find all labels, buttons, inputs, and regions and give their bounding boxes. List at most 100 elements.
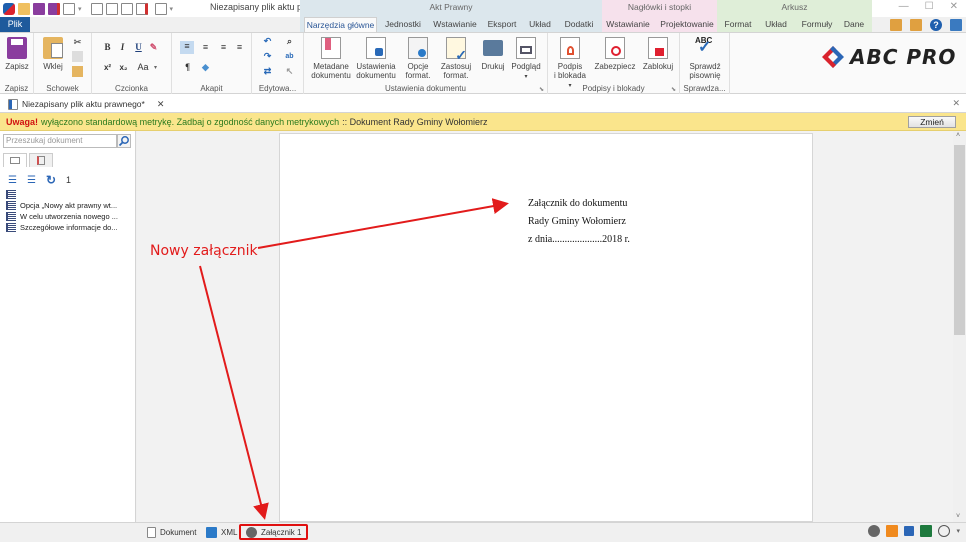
vertical-scrollbar[interactable]: ˄ ˅ xyxy=(953,131,966,522)
select-icon[interactable]: ↖ xyxy=(284,66,295,77)
export-icon[interactable] xyxy=(63,2,75,15)
tree-item[interactable]: W celu utworzenia nowego ... xyxy=(6,211,118,222)
underline-button[interactable]: U xyxy=(133,42,144,53)
tab-zalacznik-1[interactable]: Załącznik 1 xyxy=(239,524,309,540)
tab-dokument[interactable]: Dokument xyxy=(142,524,201,540)
document-tab[interactable]: Niezapisany plik aktu prawnego* ✕ xyxy=(4,96,168,112)
document-settings-button[interactable]: Ustawienia dokumentu xyxy=(354,37,398,80)
panel-tab-pages[interactable] xyxy=(29,153,53,167)
lock-button[interactable]: Zablokuj xyxy=(640,37,676,71)
save-button[interactable]: Zapisz xyxy=(4,37,30,71)
superscript-button[interactable]: x² xyxy=(102,62,113,73)
tab-projektowanie[interactable]: Projektowanie xyxy=(658,17,716,32)
dialog-launcher-icon[interactable]: ⬊ xyxy=(539,86,544,93)
tree-item[interactable] xyxy=(6,189,118,200)
metadata-button[interactable]: Metadane dokumentu xyxy=(310,37,352,80)
refresh-icon[interactable]: ↻ xyxy=(46,173,56,187)
tab-naglowki-wstawianie[interactable]: Wstawianie xyxy=(604,17,652,32)
excel-icon[interactable] xyxy=(920,525,933,537)
tab-wstawianie[interactable]: Wstawianie xyxy=(430,17,480,32)
save-as-icon[interactable] xyxy=(48,2,60,15)
account-icon[interactable] xyxy=(950,18,962,31)
tab-xml[interactable]: XML xyxy=(201,524,242,540)
odt-icon[interactable] xyxy=(886,525,899,537)
cut-icon[interactable]: ✂ xyxy=(72,37,83,48)
tab-file[interactable]: Plik xyxy=(0,17,30,32)
redo-icon[interactable]: ↷ xyxy=(262,51,273,62)
replace-icon[interactable]: ⇄ xyxy=(262,66,273,77)
maximize-icon[interactable]: ☐ xyxy=(925,1,934,12)
scroll-down-icon[interactable]: ˅ xyxy=(956,513,960,520)
document-menu-icon[interactable] xyxy=(154,2,167,15)
close-panel-icon[interactable]: ✕ xyxy=(952,98,960,109)
tree-item[interactable]: Szczegółowe informacje do... xyxy=(6,222,118,233)
document-preview-icon[interactable] xyxy=(90,2,103,15)
sign-lock-button[interactable]: Podpis i blokada ▾ xyxy=(552,37,588,91)
tree-item[interactable]: Opcja „Nowy akt prawny wt... xyxy=(6,200,118,211)
document-edit-icon[interactable] xyxy=(120,2,133,15)
align-left-icon[interactable]: ≡ xyxy=(180,41,194,54)
document-sign-icon[interactable] xyxy=(135,2,148,15)
save-icon[interactable] xyxy=(33,2,45,15)
change-button[interactable]: Zmień xyxy=(908,116,956,128)
tab-jednostki[interactable]: Jednostki xyxy=(380,17,426,32)
apply-format-button[interactable]: ✓ Zastosuj format. xyxy=(438,37,474,80)
open-folder-icon[interactable] xyxy=(18,2,30,15)
tab-formuly[interactable]: Formuły xyxy=(798,17,836,32)
pilcrow-button[interactable]: ¶ xyxy=(182,62,193,73)
replace-text-icon[interactable]: ab xyxy=(284,51,295,62)
preview-button[interactable]: Podgląd ▾ xyxy=(510,37,542,82)
tab-eksport[interactable]: Eksport xyxy=(483,17,521,32)
tab-arkusz-uklad[interactable]: Układ xyxy=(762,17,790,32)
document-page[interactable] xyxy=(279,133,813,522)
expand-all-icon[interactable]: ☰ xyxy=(8,175,17,186)
tab-narzedzia-glowne[interactable]: Narzędzia główne xyxy=(304,17,377,32)
import-icon[interactable] xyxy=(890,18,902,31)
align-right-icon[interactable]: ≡ xyxy=(218,42,229,53)
minimize-icon[interactable]: — xyxy=(899,1,909,12)
print-button[interactable]: Drukuj xyxy=(478,37,508,71)
format-painter-icon[interactable]: ◆ xyxy=(200,62,211,73)
panel-tab-outline[interactable] xyxy=(3,153,27,167)
subscript-button[interactable]: x₂ xyxy=(118,62,129,73)
collapse-all-icon[interactable]: ☰ xyxy=(27,175,36,186)
italic-button[interactable]: I xyxy=(117,42,128,53)
tab-uklad[interactable]: Układ xyxy=(525,17,555,32)
format-options-button[interactable]: Opcje format. xyxy=(402,37,434,80)
scroll-up-icon[interactable]: ˄ xyxy=(956,132,960,139)
word-icon[interactable] xyxy=(904,526,915,536)
spellcheck-button[interactable]: ABC ✓ Sprawdź pisownię xyxy=(684,36,726,80)
change-case-button[interactable]: Aa xyxy=(134,62,152,73)
document-settings-icon[interactable] xyxy=(105,2,118,15)
protect-button[interactable]: Zabezpiecz xyxy=(594,37,636,71)
bold-button[interactable]: B xyxy=(102,42,113,53)
document-content[interactable]: Załącznik do dokumentu Rady Gminy Wołomi… xyxy=(528,195,630,249)
copy-icon[interactable] xyxy=(72,51,83,62)
dialog-launcher-icon[interactable]: ⬊ xyxy=(671,86,676,93)
find-icon[interactable]: ⌕ xyxy=(284,36,295,47)
dropdown-icon[interactable]: ▾ xyxy=(956,527,960,535)
attachment-icon[interactable] xyxy=(868,525,881,537)
close-icon[interactable]: ✕ xyxy=(950,1,958,12)
align-center-icon[interactable]: ≡ xyxy=(200,42,211,53)
dropdown-icon[interactable]: ▾ xyxy=(170,5,174,13)
paste-special-icon[interactable] xyxy=(72,66,83,77)
tab-dodatki[interactable]: Dodatki xyxy=(560,17,598,32)
clear-format-icon[interactable]: ✎ xyxy=(148,42,159,53)
undo-icon[interactable]: ↶ xyxy=(262,36,273,47)
app-logo-icon[interactable] xyxy=(3,2,15,15)
search-button[interactable] xyxy=(117,134,131,148)
tab-format[interactable]: Format xyxy=(722,17,754,32)
tab-dane[interactable]: Dane xyxy=(842,17,866,32)
dropdown-icon[interactable]: ▾ xyxy=(78,5,82,13)
justify-icon[interactable]: ≡ xyxy=(234,42,245,53)
paste-button[interactable]: Wklej xyxy=(40,37,66,71)
layers-icon[interactable] xyxy=(938,525,951,537)
export-icon[interactable] xyxy=(910,18,922,31)
search-input[interactable]: Przeszukaj dokument xyxy=(3,134,117,148)
dropdown-icon[interactable]: ▾ xyxy=(154,64,157,71)
help-icon[interactable]: ? xyxy=(930,18,942,31)
close-tab-icon[interactable]: ✕ xyxy=(157,99,165,110)
scrollbar-thumb[interactable] xyxy=(954,145,965,335)
warning-bar: Uwaga! wyłączono standardową metrykę. Za… xyxy=(0,113,966,131)
